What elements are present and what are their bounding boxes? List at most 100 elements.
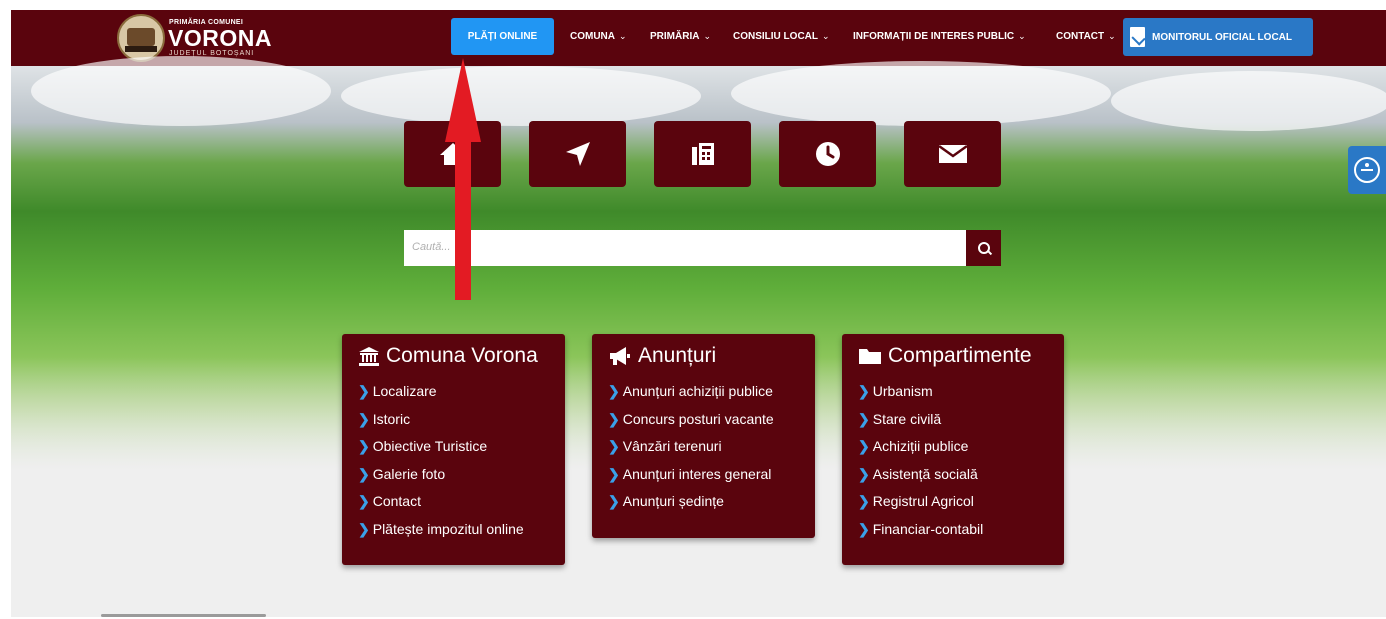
chevron-right-icon: ❯ [858, 438, 870, 454]
card-link[interactable]: ❯ Achiziții publice [858, 436, 983, 464]
chevron-down-icon: ⌄ [822, 31, 830, 41]
annotation-arrow-head [445, 58, 481, 142]
card-title: Anunțuri [608, 344, 716, 368]
card-link[interactable]: ❯ Vânzări terenuri [608, 436, 774, 464]
search-button[interactable] [966, 230, 1001, 266]
location-icon-button[interactable] [529, 121, 626, 187]
file-download-icon [1130, 27, 1145, 47]
card-link-label: Plătește impozitul online [372, 520, 524, 537]
menu-comuna[interactable]: COMUNA ⌄ [570, 31, 627, 42]
card-link[interactable]: ❯ Localizare [358, 381, 524, 409]
card-link-label: Anunțuri interes general [622, 465, 772, 482]
chevron-down-icon: ⌄ [619, 31, 627, 41]
fax-icon [691, 143, 714, 165]
card-link-label: Urbanism [872, 383, 933, 399]
card-title-text: Anunțuri [638, 344, 717, 367]
accessibility-button[interactable] [1348, 146, 1386, 194]
menu-informatii[interactable]: INFORMAȚII DE INTERES PUBLIC ⌄ [853, 31, 1026, 42]
browser-viewport: PRIMĂRIA COMUNEI VORONA JUDEȚUL BOTOȘANI… [11, 10, 1386, 617]
card-link-label: Anunțuri achiziții publice [622, 383, 773, 399]
card-link[interactable]: ❯ Obiective Turistice [358, 436, 524, 464]
card-anunturi: Anunțuri ❯ Anunțuri achiziții publice ❯ Co… [592, 334, 815, 538]
chevron-right-icon: ❯ [858, 493, 870, 509]
clock-icon-button[interactable] [779, 121, 876, 187]
chevron-right-icon: ❯ [608, 383, 620, 399]
card-link[interactable]: ❯ Concurs posturi vacante [608, 409, 774, 437]
chevron-right-icon: ❯ [858, 383, 870, 399]
cloud [1111, 71, 1386, 131]
card-link-label: Financiar-contabil [872, 520, 984, 537]
chevron-right-icon: ❯ [608, 410, 620, 427]
menu-label: CONTACT [1056, 31, 1105, 42]
chevron-right-icon: ❯ [858, 410, 870, 427]
chevron-right-icon: ❯ [608, 465, 620, 482]
clock-icon [815, 142, 840, 166]
search-input[interactable]: Caută... [404, 230, 966, 266]
chevron-right-icon: ❯ [858, 520, 870, 537]
card-link-label: Localizare [372, 383, 437, 399]
monitorul-label: MONITORUL OFICIAL LOCAL [1152, 31, 1292, 43]
card-title: Comuna Vorona [358, 344, 538, 368]
card-link[interactable]: ❯ Istoric [358, 409, 524, 437]
card-link[interactable]: ❯ Asistență socială [858, 464, 983, 492]
card-link-list: ❯ Localizare ❯ Istoric ❯ Obiective Turistic… [358, 381, 524, 546]
card-link-label: Vânzări terenuri [622, 438, 722, 454]
card-link-label: Stare civilă [872, 410, 942, 427]
card-link-label: Galerie foto [372, 465, 446, 482]
card-link-list: ❯ Urbanism ❯ Stare civilă ❯ Achiziții publi… [858, 381, 983, 546]
search-icon [977, 242, 990, 254]
monitorul-oficial-button[interactable]: MONITORUL OFICIAL LOCAL [1123, 18, 1313, 56]
megaphone-icon [610, 347, 630, 365]
card-link-label: Istoric [372, 410, 411, 427]
card-link[interactable]: ❯ Financiar-contabil [858, 519, 983, 547]
card-link[interactable]: ❯ Anunțuri ședințe [608, 491, 774, 519]
horizontal-scrollbar[interactable] [101, 614, 266, 617]
location-arrow-icon [565, 142, 590, 166]
envelope-icon [937, 144, 968, 163]
card-link[interactable]: ❯ Registrul Agricol [858, 491, 983, 519]
accessibility-icon [1354, 157, 1380, 183]
card-link[interactable]: ❯ Galerie foto [358, 464, 524, 492]
card-link[interactable]: ❯ Anunțuri achiziții publice [608, 381, 774, 409]
chevron-right-icon: ❯ [358, 383, 370, 399]
card-link[interactable]: ❯ Urbanism [858, 381, 983, 409]
card-link-label: Achiziții publice [872, 438, 969, 454]
card-link-label: Contact [372, 493, 421, 509]
card-link-list: ❯ Anunțuri achiziții publice ❯ Concurs pos… [608, 381, 774, 519]
chevron-right-icon: ❯ [358, 438, 370, 454]
menu-contact[interactable]: CONTACT ⌄ [1056, 31, 1116, 42]
menu-primaria[interactable]: PRIMĂRIA ⌄ [650, 31, 711, 42]
chevron-down-icon: ⌄ [703, 31, 711, 41]
menu-label: CONSILIU LOCAL [733, 31, 818, 42]
annotation-arrow-shaft [455, 140, 471, 300]
commune-logo[interactable] [117, 14, 165, 62]
card-link[interactable]: ❯ Stare civilă [858, 409, 983, 437]
chevron-right-icon: ❯ [358, 465, 370, 482]
card-title: Compartimente [858, 344, 1032, 368]
email-icon-button[interactable] [904, 121, 1001, 187]
menu-consiliu-local[interactable]: CONSILIU LOCAL ⌄ [733, 31, 830, 42]
online-payments-button[interactable]: PLĂȚI ONLINE [451, 18, 554, 55]
card-link-label: Anunțuri ședințe [622, 493, 724, 509]
cloud [31, 56, 331, 126]
card-link-label: Asistență socială [872, 465, 978, 482]
card-link-label: Registrul Agricol [872, 493, 974, 509]
fax-icon-button[interactable] [654, 121, 751, 187]
card-link[interactable]: ❯ Plătește impozitul online [358, 519, 524, 547]
menu-label: PRIMĂRIA [650, 31, 700, 42]
menu-label: COMUNA [570, 31, 615, 42]
chevron-down-icon: ⌄ [1018, 31, 1026, 41]
card-link[interactable]: ❯ Anunțuri interes general [608, 464, 774, 492]
brand-title[interactable]: VORONA [168, 25, 272, 52]
cloud [731, 61, 1111, 126]
cloud [341, 66, 701, 126]
search-placeholder: Caută... [412, 241, 451, 253]
card-link[interactable]: ❯ Contact [358, 491, 524, 519]
chevron-right-icon: ❯ [358, 493, 370, 509]
card-title-text: Comuna Vorona [386, 344, 538, 367]
chevron-right-icon: ❯ [358, 520, 370, 537]
menu-label: INFORMAȚII DE INTERES PUBLIC [853, 31, 1015, 42]
institution-icon [359, 347, 379, 366]
chevron-right-icon: ❯ [608, 438, 620, 454]
chevron-right-icon: ❯ [858, 465, 870, 482]
